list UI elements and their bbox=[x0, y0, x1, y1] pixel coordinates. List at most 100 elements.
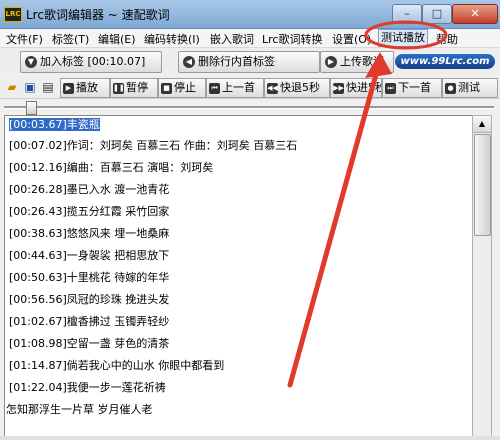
upload-lyrics-button[interactable]: ▶ 上传歌词 bbox=[320, 51, 394, 73]
next-label: 下一首 bbox=[398, 81, 431, 94]
pause-label: 暂停 bbox=[126, 81, 148, 94]
prev-track-button[interactable]: ⏮ 上一首 bbox=[206, 78, 264, 98]
lyric-text: 揽五分红霞 采竹回家 bbox=[66, 205, 170, 218]
menu-edit[interactable]: 编辑(E) bbox=[98, 31, 136, 47]
lyric-timestamp: [00:03.67] bbox=[9, 118, 67, 131]
site-logo[interactable]: www.99Lrc.com bbox=[395, 54, 495, 69]
lyric-line[interactable]: [00:26.28]墨已入水 渡一池青花 bbox=[9, 182, 169, 198]
lyric-line[interactable]: [01:14.87]倘若我心中的山水 你眼中都看到 bbox=[9, 358, 224, 374]
slider-thumb[interactable] bbox=[26, 101, 37, 115]
scrollbar-thumb[interactable] bbox=[474, 134, 491, 236]
play-label: 播放 bbox=[76, 81, 98, 94]
rewind-icon: ◀◀ bbox=[267, 82, 278, 94]
delete-tag-label: 删除行内首标签 bbox=[198, 55, 275, 68]
lyric-timestamp: [01:14.87] bbox=[9, 359, 67, 372]
vertical-scrollbar[interactable]: ▲ bbox=[472, 115, 492, 437]
lyric-text: 空留一盏 芽色的清茶 bbox=[66, 337, 170, 350]
lyric-timestamp: [01:02.67] bbox=[9, 315, 67, 328]
lyric-line[interactable]: [00:26.43]揽五分红霞 采竹回家 bbox=[9, 204, 169, 220]
skip-forward-icon: ⏭ bbox=[385, 82, 396, 94]
lyric-text: 我便一步一莲花祈祷 bbox=[66, 381, 166, 394]
lyric-timestamp: [00:38.63] bbox=[9, 227, 67, 240]
lyric-text: 一身袈裟 把相思放下 bbox=[66, 249, 170, 262]
menu-settings[interactable]: 设置(O) bbox=[332, 31, 371, 47]
menu-file[interactable]: 文件(F) bbox=[6, 31, 43, 47]
prev-label: 上一首 bbox=[222, 81, 255, 94]
scroll-up-icon[interactable]: ▲ bbox=[473, 116, 491, 133]
lyric-text: 怎知那浮生一片草 岁月催人老 bbox=[6, 403, 153, 416]
lyric-line[interactable]: [01:02.67]檀香拂过 玉镯弄轻纱 bbox=[9, 314, 169, 330]
skip-back-icon: ⏮ bbox=[209, 82, 220, 94]
stop-icon: ■ bbox=[161, 82, 172, 94]
rewind-button[interactable]: ◀◀ 快退5秒 bbox=[264, 78, 330, 98]
status-bar bbox=[0, 436, 500, 440]
rewind-label: 快退5秒 bbox=[280, 81, 320, 94]
open-folder-icon[interactable]: ▰ bbox=[4, 78, 20, 96]
lyric-timestamp: [00:26.28] bbox=[9, 183, 67, 196]
add-tag-label: 加入标签 [00:10.07] bbox=[40, 55, 146, 68]
lyric-text: 悠悠风来 埋一地桑麻 bbox=[66, 227, 170, 240]
lyric-line[interactable]: [01:08.98]空留一盏 芽色的清茶 bbox=[9, 336, 169, 352]
fast-forward-button[interactable]: ▶▶ 快进5秒 bbox=[330, 78, 382, 98]
test-label: 测试 bbox=[458, 81, 480, 94]
lyric-text: 墨已入水 渡一池青花 bbox=[66, 183, 170, 196]
save-as-icon[interactable]: ▤ bbox=[40, 78, 56, 96]
lyric-timestamp: [00:26.43] bbox=[9, 205, 67, 218]
lyric-text: 十里桃花 待嫁的年华 bbox=[66, 271, 170, 284]
lyric-line[interactable]: [00:03.67]丰瓷瓶 bbox=[9, 117, 100, 133]
window-title: Lrc歌词编辑器 ~ 速配歌词 bbox=[26, 8, 170, 22]
lyric-text: 倘若我心中的山水 你眼中都看到 bbox=[66, 359, 225, 372]
menu-bar: 文件(F) 标签(T) 编辑(E) 编码转换(I) 嵌入歌词 Lrc歌词转换 设… bbox=[0, 29, 500, 48]
save-icon[interactable]: ▣ bbox=[22, 78, 38, 96]
menu-lrc-convert[interactable]: Lrc歌词转换 bbox=[262, 31, 322, 47]
lyric-timestamp: [00:56.56] bbox=[9, 293, 67, 306]
arrow-down-icon: ▼ bbox=[25, 56, 37, 68]
delete-tag-button[interactable]: ◀ 删除行内首标签 bbox=[178, 51, 320, 73]
test-icon: ● bbox=[445, 82, 456, 94]
lyric-text: 檀香拂过 玉镯弄轻纱 bbox=[66, 315, 170, 328]
test-button[interactable]: ● 测试 bbox=[442, 78, 498, 98]
lyric-line[interactable]: [00:07.02]作词：刘珂矣 百慕三石 作曲：刘珂矣 百慕三石 bbox=[9, 138, 297, 154]
fast-forward-icon: ▶▶ bbox=[333, 82, 344, 94]
play-button[interactable]: ▶ 播放 bbox=[60, 78, 110, 98]
lyric-timestamp: [00:12.16] bbox=[9, 161, 67, 174]
minimize-button[interactable]: – bbox=[392, 4, 422, 24]
slider-track bbox=[4, 106, 494, 109]
menu-encoding[interactable]: 编码转换(I) bbox=[144, 31, 200, 47]
close-button[interactable]: ✕ bbox=[452, 4, 498, 24]
arrow-left-icon: ◀ bbox=[183, 56, 195, 68]
lyric-line[interactable]: [01:22.04]我便一步一莲花祈祷 bbox=[9, 380, 166, 396]
lyric-text: 编曲：百慕三石 演唱：刘珂矣 bbox=[66, 161, 214, 174]
stop-button[interactable]: ■ 停止 bbox=[158, 78, 206, 98]
menu-test-play[interactable]: 测试播放 bbox=[378, 29, 428, 47]
title-bar: LRC Lrc歌词编辑器 ~ 速配歌词 – □ ✕ bbox=[0, 0, 500, 29]
upload-label: 上传歌词 bbox=[340, 55, 384, 68]
next-track-button[interactable]: ⏭ 下一首 bbox=[382, 78, 442, 98]
lyric-line[interactable]: [00:12.16]编曲：百慕三石 演唱：刘珂矣 bbox=[9, 160, 213, 176]
play-icon: ▶ bbox=[63, 82, 74, 94]
lyric-timestamp: [01:22.04] bbox=[9, 381, 67, 394]
lyric-line[interactable]: [00:50.63]十里桃花 待嫁的年华 bbox=[9, 270, 169, 286]
lyric-text: 作词：刘珂矣 百慕三石 作曲：刘珂矣 百慕三石 bbox=[66, 139, 298, 152]
lyric-text: 凤冠的珍珠 挽进头发 bbox=[66, 293, 170, 306]
lyrics-editor[interactable]: [00:03.67]丰瓷瓶 [00:07.02]作词：刘珂矣 百慕三石 作曲：刘… bbox=[4, 115, 473, 437]
pause-button[interactable]: ❚❚暂停 bbox=[110, 78, 158, 98]
lyric-line[interactable]: [00:38.63]悠悠风来 埋一地桑麻 bbox=[9, 226, 169, 242]
forward-label: 快进5秒 bbox=[346, 81, 382, 94]
lyric-line[interactable]: [00:56.56]凤冠的珍珠 挽进头发 bbox=[9, 292, 169, 308]
add-tag-button[interactable]: ▼ 加入标签 [00:10.07] bbox=[20, 51, 162, 73]
menu-tag[interactable]: 标签(T) bbox=[52, 31, 89, 47]
lyric-text: 丰瓷瓶 bbox=[66, 118, 100, 131]
player-toolbar: ▰ ▣ ▤ ▶ 播放 ❚❚暂停 ■ 停止 ⏮ 上一首 ◀◀ 快退5秒 ▶▶ 快进5秒 ⏭ 下… bbox=[0, 76, 500, 99]
lyric-line[interactable]: 怎知那浮生一片草 岁月催人老 bbox=[6, 402, 153, 418]
lyric-line[interactable]: [00:44.63]一身袈裟 把相思放下 bbox=[9, 248, 169, 264]
stop-label: 停止 bbox=[174, 81, 196, 94]
menu-help[interactable]: 帮助 bbox=[436, 31, 458, 47]
lyric-timestamp: [01:08.98] bbox=[9, 337, 67, 350]
lyric-timestamp: [00:07.02] bbox=[9, 139, 67, 152]
playback-slider[interactable] bbox=[4, 101, 494, 115]
pause-icon: ❚❚ bbox=[113, 82, 125, 94]
menu-embed-lyrics[interactable]: 嵌入歌词 bbox=[210, 31, 254, 47]
lyric-timestamp: [00:50.63] bbox=[9, 271, 67, 284]
maximize-button[interactable]: □ bbox=[422, 4, 452, 24]
